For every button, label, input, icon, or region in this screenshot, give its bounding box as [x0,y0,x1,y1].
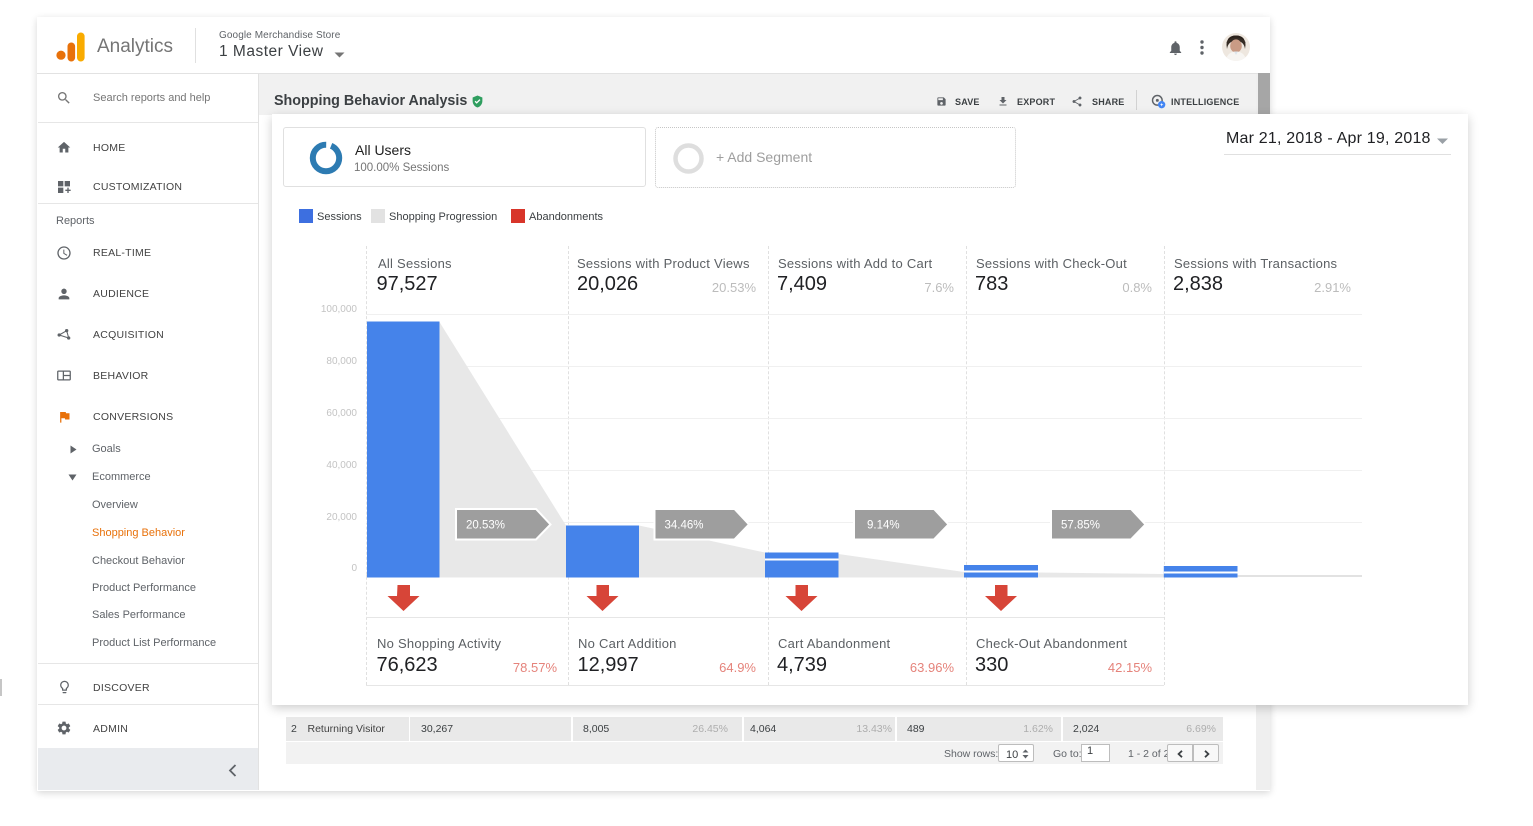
svg-text:9.14%: 9.14% [867,520,900,532]
svg-text:34.46%: 34.46% [665,520,704,532]
svg-text:20.53%: 20.53% [466,520,505,532]
svg-text:57.85%: 57.85% [1061,520,1100,532]
